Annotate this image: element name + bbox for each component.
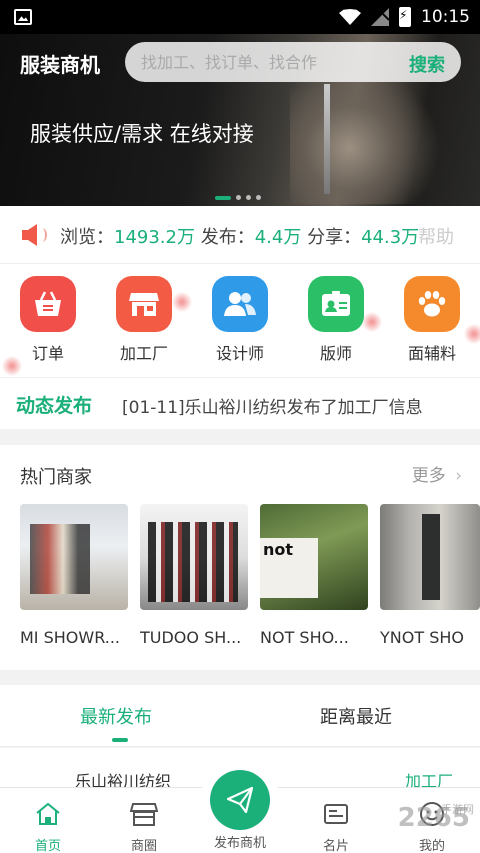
status-bar: 10:15 xyxy=(0,0,480,34)
wifi-icon xyxy=(339,9,361,25)
category-label: 加工厂 xyxy=(119,344,168,363)
category-fabric[interactable]: 面辅料 xyxy=(400,276,464,364)
merchant-card[interactable]: MI SHOWR... xyxy=(20,504,128,647)
merchant-image xyxy=(20,504,128,610)
more-link[interactable]: 更多 › xyxy=(412,461,462,486)
category-label: 版师 xyxy=(319,344,352,363)
id-card-icon xyxy=(308,276,364,332)
merchant-image xyxy=(380,504,480,610)
merchant-name: MI SHOWR... xyxy=(20,628,121,647)
status-time: 10:15 xyxy=(421,7,470,27)
hot-merchants-section: 热门商家 更多 › MI SHOWR... TUDOO SH... NOT SH… xyxy=(0,445,480,670)
news-ticker[interactable]: 动态发布 [01-11]乐山裕川纺织发布了加工厂信息 xyxy=(0,377,480,429)
battery-charging-icon xyxy=(399,7,411,27)
merchant-name: NOT SHO... xyxy=(260,628,349,647)
nav-label: 我的 xyxy=(418,839,445,853)
merchant-image xyxy=(260,504,368,610)
search-button[interactable]: 搜索 xyxy=(409,51,445,77)
pagination-dot[interactable] xyxy=(246,195,251,200)
merchant-card[interactable]: TUDOO SH... xyxy=(140,504,248,647)
feed-tabs: 最新发布 距离最近 xyxy=(0,685,480,747)
nav-label: 名片 xyxy=(322,839,349,853)
category-order[interactable]: 订单 xyxy=(16,276,80,364)
paper-plane-icon xyxy=(226,786,254,814)
speaker-icon xyxy=(22,224,47,246)
firework-decoration xyxy=(462,322,480,346)
search-bar[interactable]: 搜索 xyxy=(125,42,461,82)
paw-icon xyxy=(404,276,460,332)
nav-label: 首页 xyxy=(34,839,61,853)
category-factory[interactable]: 加工厂 xyxy=(112,276,176,364)
chevron-right-icon: › xyxy=(455,466,462,486)
storefront-icon xyxy=(116,276,172,332)
basket-icon xyxy=(20,276,76,332)
more-label: 更多 xyxy=(411,466,446,486)
promo-banner[interactable]: 服装商机 搜索 服装供应/需求 在线对接 xyxy=(0,34,480,206)
business-card-icon xyxy=(324,804,348,824)
category-label: 面辅料 xyxy=(407,344,456,363)
tab-nearest[interactable]: 距离最近 xyxy=(320,703,392,729)
pagination-dot[interactable] xyxy=(256,195,261,200)
publish-label: 发布商机 xyxy=(213,836,266,851)
category-pattern-maker[interactable]: 版师 xyxy=(304,276,368,364)
banner-image-detail xyxy=(324,84,330,194)
merchant-name: YNOT SHO xyxy=(380,628,464,647)
tab-latest[interactable]: 最新发布 xyxy=(80,703,152,729)
stats-bar: 浏览：1493.2万 发布：4.4万 分享：44.3万 帮助 xyxy=(0,206,480,264)
merchant-card[interactable]: NOT SHO... xyxy=(260,504,368,647)
tab-indicator xyxy=(112,738,128,742)
search-input[interactable] xyxy=(141,42,391,82)
posts-value: 4.4万 xyxy=(254,227,302,248)
stats-text: 浏览：1493.2万 发布：4.4万 分享：44.3万 xyxy=(60,223,419,249)
posts-label: 发布： xyxy=(200,227,255,248)
app-title: 服装商机 xyxy=(20,53,100,77)
shares-value: 44.3万 xyxy=(361,227,420,248)
banner-pagination[interactable] xyxy=(215,195,261,200)
image-notification-icon xyxy=(14,9,32,25)
views-value: 1493.2万 xyxy=(114,227,195,248)
pagination-dot[interactable] xyxy=(236,195,241,200)
people-icon xyxy=(212,276,268,332)
bottom-navigation: 首页 商圈 发布商机 名片 我的 2265 手游网 xyxy=(0,760,480,853)
section-title: 热门商家 xyxy=(20,467,92,488)
banner-slogan: 服装供应/需求 在线对接 xyxy=(30,122,254,146)
nav-label: 商圈 xyxy=(130,839,157,853)
watermark-sub: 手游网 xyxy=(441,803,474,816)
help-link[interactable]: 帮助 xyxy=(418,223,454,249)
shares-label: 分享： xyxy=(307,227,362,248)
category-label: 设计师 xyxy=(215,344,264,363)
category-label: 订单 xyxy=(31,344,64,363)
home-icon xyxy=(36,802,60,825)
nav-circle[interactable]: 商圈 xyxy=(104,788,184,853)
nav-home[interactable]: 首页 xyxy=(8,788,88,853)
nav-card[interactable]: 名片 xyxy=(296,788,376,853)
news-text[interactable]: [01-11]乐山裕川纺织发布了加工厂信息 xyxy=(122,393,423,418)
pagination-dot-active[interactable] xyxy=(215,195,231,200)
status-icons: 10:15 xyxy=(339,0,470,34)
signal-icon xyxy=(371,8,389,26)
news-label: 动态发布 xyxy=(16,395,93,417)
views-label: 浏览： xyxy=(60,227,114,248)
shop-icon xyxy=(129,803,159,826)
merchant-image xyxy=(140,504,248,610)
banner-image xyxy=(290,64,440,204)
category-designer[interactable]: 设计师 xyxy=(208,276,272,364)
merchant-card[interactable]: YNOT SHO xyxy=(380,504,480,647)
merchant-name: TUDOO SH... xyxy=(140,628,242,647)
category-grid: 订单 加工厂 设计师 版师 面辅料 xyxy=(0,264,480,377)
publish-button[interactable] xyxy=(210,770,270,830)
